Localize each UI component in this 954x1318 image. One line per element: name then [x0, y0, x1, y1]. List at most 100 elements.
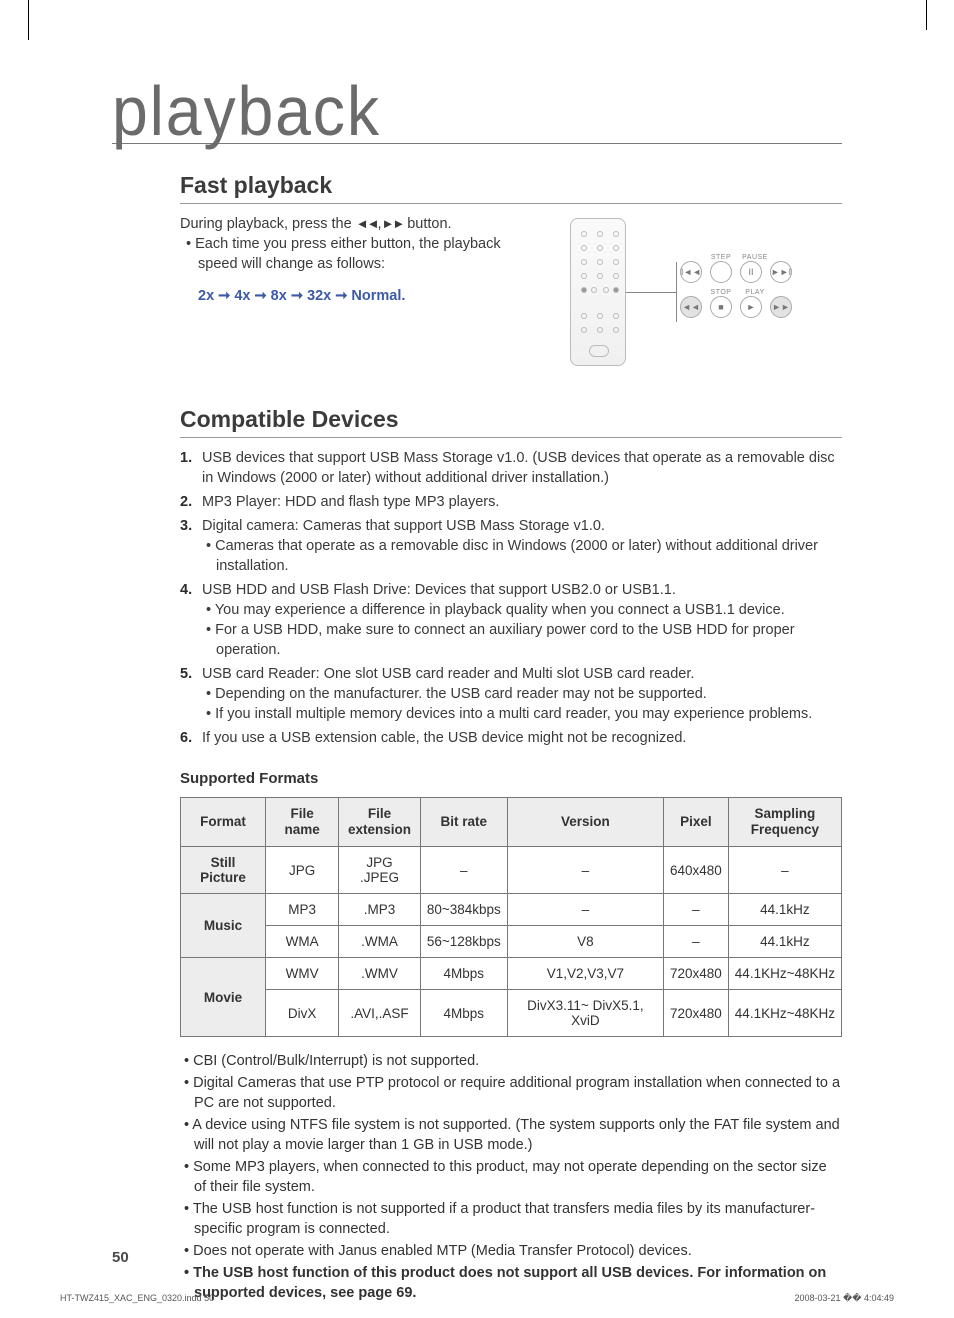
format-cell: Movie [181, 958, 266, 1037]
heading-compatible-devices: Compatible Devices [180, 406, 842, 438]
note-item: • The USB host function is not supported… [180, 1199, 842, 1239]
speed-sequence: 2x ➞ 4x ➞ 8x ➞ 32x ➞ Normal. [198, 286, 540, 306]
label-stop: STOP [708, 289, 734, 296]
table-cell: 4Mbps [420, 990, 507, 1037]
table-cell: JPG .JPEG [339, 847, 421, 894]
fast-intro-b: button. [407, 216, 451, 232]
label-pause: PAUSE [742, 254, 768, 261]
table-row: MovieWMV.WMV4MbpsV1,V2,V3,V7720x48044.1K… [181, 958, 842, 990]
table-cell: 4Mbps [420, 958, 507, 990]
table-cell: 44.1KHz~48KHz [728, 958, 841, 990]
table-cell: .WMV [339, 958, 421, 990]
table-cell: WMA [266, 926, 339, 958]
list-item: MP3 Player: HDD and flash type MP3 playe… [180, 492, 842, 512]
list-sub-item: • If you install multiple memory devices… [202, 704, 842, 724]
table-cell: .WMA [339, 926, 421, 958]
format-cell: Still Picture [181, 847, 266, 894]
table-cell: .AVI,.ASF [339, 990, 421, 1037]
table-cell: – [420, 847, 507, 894]
next-track-icon: ►►I [770, 261, 792, 283]
table-header-cell: File name [266, 798, 339, 847]
rewind-button-icon: ◄◄ [680, 296, 702, 318]
table-header-cell: Format [181, 798, 266, 847]
list-item: Digital camera: Cameras that support USB… [180, 516, 842, 576]
heading-fast-playback: Fast playback [180, 172, 842, 204]
format-cell: Music [181, 894, 266, 958]
print-footer: HT-TWZ415_XAC_ENG_0320.indd 50 2008-03-2… [60, 1293, 894, 1304]
fast-intro: During playback, press the ◄◄,►► button. [180, 214, 540, 234]
table-header-cell: Bit rate [420, 798, 507, 847]
table-cell: DivX [266, 990, 339, 1037]
table-cell: – [663, 894, 728, 926]
remote-button-panel: STEP PAUSE I◄◄ II ►►I STOP PLAY ◄◄ [680, 254, 798, 324]
formats-table: FormatFile nameFileextensionBit rateVers… [180, 797, 842, 1037]
table-cell: – [663, 926, 728, 958]
remote-illustration: STEP PAUSE I◄◄ II ►►I STOP PLAY ◄◄ [570, 218, 800, 378]
table-row: MusicMP3.MP380~384kbps––44.1kHz [181, 894, 842, 926]
ff-button-icon: ►► [770, 296, 792, 318]
section-compatible-devices: Compatible Devices USB devices that supp… [180, 406, 842, 1303]
list-sub-item: • For a USB HDD, make sure to connect an… [202, 620, 842, 660]
note-item: • Digital Cameras that use PTP protocol … [180, 1073, 842, 1113]
footer-date: 2008-03-21 �� 4:04:49 [794, 1293, 894, 1304]
label-step: STEP [708, 254, 734, 261]
list-item: If you use a USB extension cable, the US… [180, 728, 842, 748]
supported-formats-subtitle: Supported Formats [180, 770, 842, 787]
table-row: DivX.AVI,.ASF4MbpsDivX3.11~ DivX5.1, Xvi… [181, 990, 842, 1037]
title-wrap: playback [112, 80, 842, 144]
list-item: USB HDD and USB Flash Drive: Devices tha… [180, 580, 842, 660]
table-cell: – [507, 847, 663, 894]
table-header-cell: Pixel [663, 798, 728, 847]
table-cell: 80~384kbps [420, 894, 507, 926]
callout-line [626, 292, 676, 293]
rewind-icon: ◄◄ [356, 216, 378, 231]
pause-icon: II [740, 261, 762, 283]
remote-body [570, 218, 626, 366]
fast-playback-text: During playback, press the ◄◄,►► button.… [180, 214, 540, 306]
section-fast-playback: Fast playback During playback, press the… [180, 172, 842, 378]
list-item: USB card Reader: One slot USB card reade… [180, 664, 842, 724]
note-item: • Some MP3 players, when connected to th… [180, 1157, 842, 1197]
note-item: • CBI (Control/Bulk/Interrupt) is not su… [180, 1051, 842, 1071]
list-sub-item: • Depending on the manufacturer. the USB… [202, 684, 842, 704]
list-sub-item: • You may experience a difference in pla… [202, 600, 842, 620]
table-cell: JPG [266, 847, 339, 894]
table-row: Still PictureJPGJPG .JPEG––640x480– [181, 847, 842, 894]
fast-intro-a: During playback, press the [180, 216, 356, 232]
table-cell: – [728, 847, 841, 894]
table-cell: WMV [266, 958, 339, 990]
fastforward-icon: ►► [381, 216, 403, 231]
footer-file: HT-TWZ415_XAC_ENG_0320.indd 50 [60, 1293, 214, 1304]
table-cell: 720x480 [663, 990, 728, 1037]
label-play: PLAY [742, 289, 768, 296]
notes-list: • CBI (Control/Bulk/Interrupt) is not su… [180, 1051, 842, 1303]
table-cell: 56~128kbps [420, 926, 507, 958]
table-cell: 44.1kHz [728, 926, 841, 958]
table-header-row: FormatFile nameFileextensionBit rateVers… [181, 798, 842, 847]
table-cell: V8 [507, 926, 663, 958]
table-cell: .MP3 [339, 894, 421, 926]
table-cell: 640x480 [663, 847, 728, 894]
list-sub-item: • Cameras that operate as a removable di… [202, 536, 842, 576]
list-item: USB devices that support USB Mass Storag… [180, 448, 842, 488]
table-header-cell: Version [507, 798, 663, 847]
table-cell: DivX3.11~ DivX5.1, XviD [507, 990, 663, 1037]
stop-icon: ■ [710, 296, 732, 318]
prev-track-icon: I◄◄ [680, 261, 702, 283]
step-icon [710, 261, 732, 283]
play-icon: ► [740, 296, 762, 318]
table-cell: – [507, 894, 663, 926]
devices-list: USB devices that support USB Mass Storag… [180, 448, 842, 748]
table-header-cell: Fileextension [339, 798, 421, 847]
table-cell: MP3 [266, 894, 339, 926]
page-number: 50 [112, 1249, 129, 1266]
page-title: playback [112, 80, 784, 143]
manual-page: playback Fast playback During playback, … [60, 40, 894, 1278]
table-cell: 720x480 [663, 958, 728, 990]
table-header-cell: SamplingFrequency [728, 798, 841, 847]
table-cell: 44.1kHz [728, 894, 841, 926]
note-item: • A device using NTFS file system is not… [180, 1115, 842, 1155]
fast-bullet: • Each time you press either button, the… [180, 234, 540, 274]
note-item: • Does not operate with Janus enabled MT… [180, 1241, 842, 1261]
table-cell: 44.1KHz~48KHz [728, 990, 841, 1037]
